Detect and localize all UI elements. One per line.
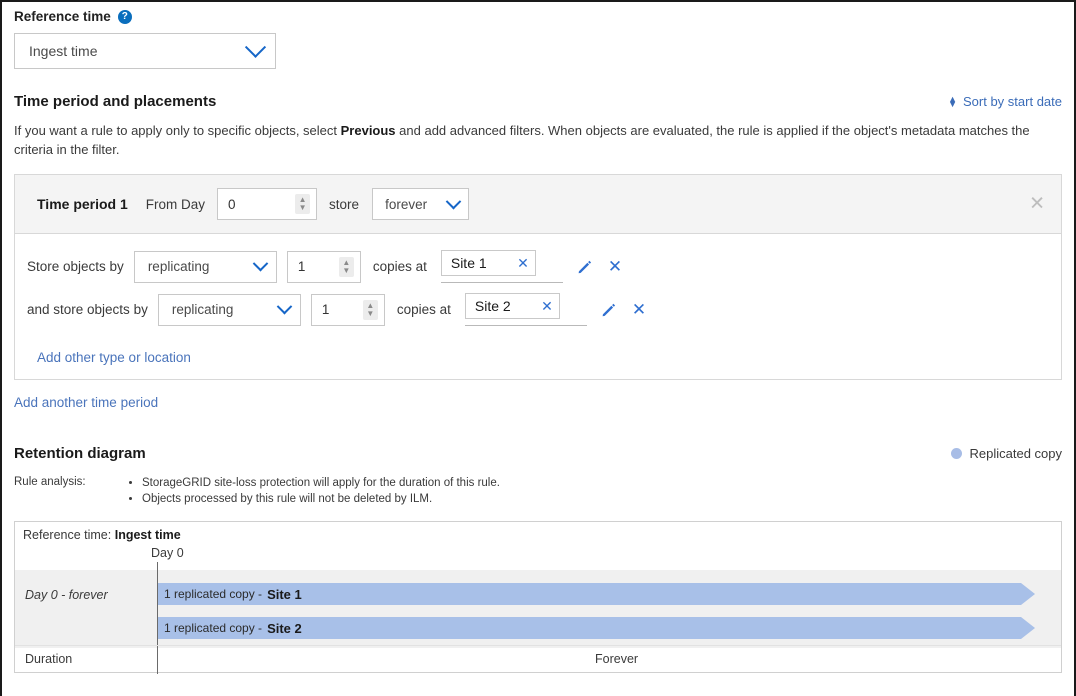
- location-chip-label: Site 1: [451, 255, 487, 271]
- diagram-bar-site: Site 1: [267, 587, 302, 602]
- placement-copies-value: 1: [298, 259, 306, 274]
- placement-copies-input[interactable]: 1 ▲▼: [287, 251, 361, 283]
- time-period-title: Time period 1: [37, 196, 128, 212]
- reference-time-label-row: Reference time ?: [14, 2, 1062, 24]
- placement-method-value: replicating: [172, 302, 234, 317]
- chevron-down-icon: [245, 36, 266, 57]
- copies-at-label: copies at: [373, 259, 427, 274]
- time-period-body: Store objects by replicating 1 ▲▼ copies…: [15, 234, 1061, 379]
- section-description: If you want a rule to apply only to spec…: [14, 121, 1054, 159]
- diagram-bar-arrow-icon: [1021, 583, 1035, 605]
- diagram-bar-copies: 1 replicated copy -: [164, 587, 262, 601]
- placement-location-field[interactable]: Site 1 ✕: [441, 250, 563, 283]
- add-other-type-or-location-link[interactable]: Add other type or location: [37, 350, 191, 365]
- diagram-reference-time: Reference time: Ingest time: [15, 522, 1061, 542]
- location-chip[interactable]: Site 2 ✕: [465, 293, 560, 319]
- diagram-bar-arrow-icon: [1021, 617, 1035, 639]
- diagram-period-label: Day 0 - forever: [25, 588, 108, 602]
- legend-dot-icon: [951, 448, 962, 459]
- reference-time-select[interactable]: Ingest time: [14, 33, 276, 69]
- spinner-icon[interactable]: ▲▼: [363, 300, 378, 320]
- diagram-bar: 1 replicated copy - Site 1: [158, 583, 1021, 605]
- reference-time-value: Ingest time: [29, 43, 97, 59]
- retention-header: Retention diagram Replicated copy: [14, 445, 1062, 462]
- placement-method-value: replicating: [148, 259, 210, 274]
- list-item: Objects processed by this rule will not …: [142, 491, 500, 507]
- location-chip-label: Site 2: [475, 298, 511, 314]
- diagram-reference-prefix: Reference time:: [23, 528, 111, 542]
- help-circle-icon[interactable]: ?: [118, 10, 132, 24]
- rule-analysis: Rule analysis: StorageGRID site-loss pro…: [14, 475, 1062, 507]
- ilm-rule-page: Reference time ? Ingest time Time period…: [0, 0, 1076, 696]
- diagram-reference-value: Ingest time: [115, 528, 181, 542]
- section-title: Time period and placements: [14, 93, 216, 110]
- diagram-duration-label: Duration: [25, 652, 72, 666]
- pencil-icon[interactable]: [576, 258, 593, 275]
- time-period-card: Time period 1 From Day 0 ▲▼ store foreve…: [14, 174, 1062, 380]
- time-period-header: Time period 1 From Day 0 ▲▼ store foreve…: [15, 175, 1061, 234]
- placement-copies-input[interactable]: 1 ▲▼: [311, 294, 385, 326]
- pencil-icon[interactable]: [600, 301, 617, 318]
- copies-at-label: copies at: [397, 302, 451, 317]
- remove-placement-button[interactable]: ✕: [632, 301, 646, 318]
- diagram-footer: Duration Forever: [15, 645, 1061, 672]
- chevron-down-icon: [277, 299, 293, 315]
- legend-label: Replicated copy: [970, 446, 1063, 461]
- chevron-down-icon: [253, 256, 269, 272]
- sort-updown-icon: ▲▼: [948, 97, 957, 107]
- retention-diagram: Reference time: Ingest time Day 0 Day 0 …: [14, 521, 1062, 673]
- close-icon[interactable]: ✕: [517, 255, 529, 272]
- placement-row: Store objects by replicating 1 ▲▼ copies…: [27, 250, 1049, 283]
- diagram-day-tick-label: Day 0: [151, 546, 184, 560]
- placement-copies-value: 1: [322, 302, 330, 317]
- from-day-label: From Day: [146, 197, 205, 212]
- location-chip[interactable]: Site 1 ✕: [441, 250, 536, 276]
- description-part1: If you want a rule to apply only to spec…: [14, 123, 341, 138]
- description-bold: Previous: [341, 123, 396, 138]
- diagram-bar: 1 replicated copy - Site 2: [158, 617, 1021, 639]
- placement-prefix: and store objects by: [27, 302, 148, 317]
- remove-placement-button[interactable]: ✕: [608, 258, 622, 275]
- add-another-time-period-link[interactable]: Add another time period: [14, 395, 158, 410]
- placement-location-field[interactable]: Site 2 ✕: [465, 293, 587, 326]
- close-icon[interactable]: ✕: [541, 298, 553, 315]
- retention-title: Retention diagram: [14, 445, 146, 462]
- rule-analysis-label: Rule analysis:: [14, 475, 126, 507]
- from-day-input[interactable]: 0 ▲▼: [217, 188, 317, 220]
- placement-method-select[interactable]: replicating: [134, 251, 277, 283]
- remove-time-period-button[interactable]: ✕: [1029, 195, 1045, 214]
- placements-section-header: Time period and placements ▲▼ Sort by st…: [14, 93, 1062, 110]
- list-item: StorageGRID site-loss protection will ap…: [142, 475, 500, 491]
- diagram-duration-value: Forever: [595, 652, 638, 666]
- spinner-icon[interactable]: ▲▼: [295, 194, 310, 214]
- diagram-bar-copies: 1 replicated copy -: [164, 621, 262, 635]
- store-label: store: [329, 197, 359, 212]
- placement-row: and store objects by replicating 1 ▲▼ co…: [27, 293, 1049, 326]
- reference-time-label: Reference time: [14, 9, 111, 24]
- sort-by-start-date-button[interactable]: ▲▼ Sort by start date: [948, 94, 1062, 109]
- diagram-bar-site: Site 2: [267, 621, 302, 636]
- from-day-value: 0: [228, 197, 236, 212]
- placement-method-select[interactable]: replicating: [158, 294, 301, 326]
- rule-analysis-list: StorageGRID site-loss protection will ap…: [126, 475, 500, 507]
- duration-value: forever: [385, 197, 427, 212]
- legend-replicated-copy: Replicated copy: [951, 446, 1063, 461]
- duration-select[interactable]: forever: [372, 188, 469, 220]
- placement-prefix: Store objects by: [27, 259, 124, 274]
- sort-label: Sort by start date: [963, 94, 1062, 109]
- spinner-icon[interactable]: ▲▼: [339, 257, 354, 277]
- chevron-down-icon: [446, 193, 462, 209]
